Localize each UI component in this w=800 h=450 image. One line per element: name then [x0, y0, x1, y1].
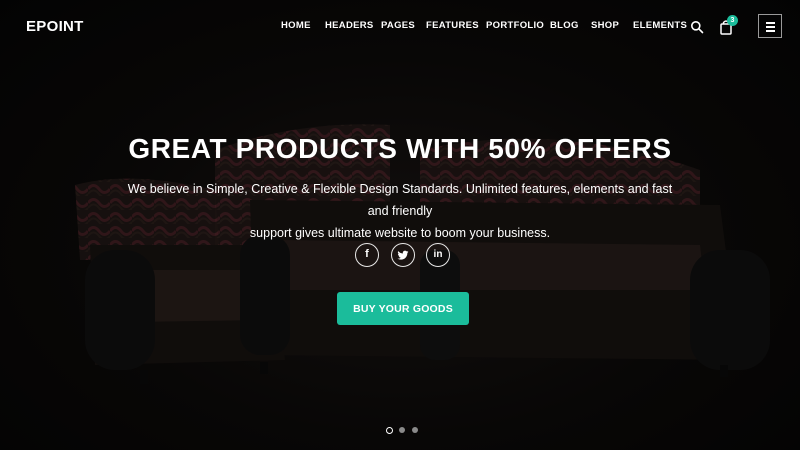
site-header: EPOINT HOME HEADERS PAGES FEATURES PORTF…: [0, 0, 800, 54]
slider-dot-1[interactable]: [386, 426, 393, 434]
buy-your-goods-button[interactable]: BUY YOUR GOODS: [337, 292, 469, 325]
hero-subtitle: We believe in Simple, Creative & Flexibl…: [120, 178, 680, 244]
hero-subtitle-line-1: We believe in Simple, Creative & Flexibl…: [127, 182, 673, 218]
hamburger-menu-button[interactable]: [758, 14, 782, 38]
facebook-icon: f: [365, 248, 369, 260]
twitter-icon: [397, 250, 409, 260]
facebook-button[interactable]: f: [355, 243, 379, 267]
hero-slider: EPOINT HOME HEADERS PAGES FEATURES PORTF…: [0, 0, 800, 450]
twitter-button[interactable]: [391, 243, 415, 267]
menu-line-icon: [766, 30, 775, 32]
site-logo[interactable]: EPOINT: [26, 18, 84, 35]
nav-headers[interactable]: HEADERS: [325, 20, 374, 31]
linkedin-icon: in: [433, 249, 443, 260]
linkedin-button[interactable]: in: [426, 243, 450, 267]
hero-subtitle-line-2: support gives ultimate website to boom y…: [249, 226, 551, 240]
nav-elements[interactable]: ELEMENTS: [633, 20, 687, 31]
hero-title: GREAT PRODUCTS WITH 50% OFFERS: [128, 133, 672, 164]
cart-count-badge: 3: [727, 15, 738, 26]
nav-blog[interactable]: BLOG: [550, 20, 579, 31]
nav-pages[interactable]: PAGES: [381, 20, 415, 31]
nav-home[interactable]: HOME: [281, 20, 311, 31]
nav-features[interactable]: FEATURES: [426, 20, 479, 31]
slider-dot-2[interactable]: [399, 427, 405, 433]
menu-line-icon: [766, 26, 775, 28]
menu-line-icon: [766, 22, 775, 24]
search-icon[interactable]: [690, 20, 704, 34]
nav-shop[interactable]: SHOP: [591, 20, 619, 31]
nav-portfolio[interactable]: PORTFOLIO: [486, 20, 544, 31]
slider-dot-3[interactable]: [412, 427, 418, 433]
